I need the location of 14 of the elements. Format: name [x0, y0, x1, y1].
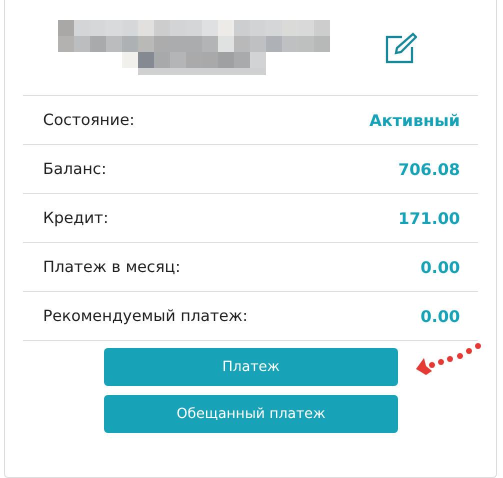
- field-label: Рекомендуемый платеж:: [43, 307, 248, 325]
- field-value: Активный: [369, 110, 460, 130]
- edit-icon: [385, 32, 417, 64]
- field-value: 171.00: [398, 208, 460, 228]
- field-label: Кредит:: [43, 209, 108, 227]
- field-value: 0.00: [420, 306, 460, 326]
- field-label: Баланс:: [43, 160, 106, 178]
- payment-button[interactable]: Платеж: [104, 348, 398, 386]
- field-label: Состояние:: [43, 111, 135, 129]
- field-value: 706.08: [398, 160, 460, 178]
- edit-button[interactable]: [385, 32, 417, 64]
- payment-button[interactable]: Обещанный платеж: [104, 395, 398, 433]
- field-value: 0.00: [420, 258, 460, 276]
- field-label: Платеж в месяц:: [43, 258, 180, 276]
